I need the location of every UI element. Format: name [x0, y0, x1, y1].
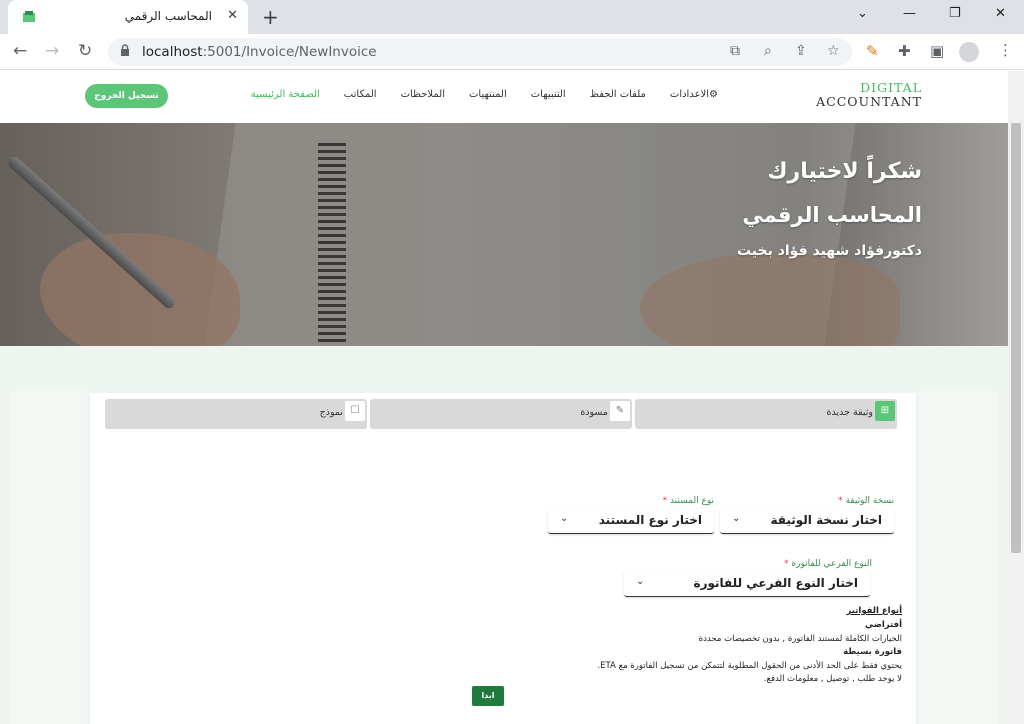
doctype-label: نوع المستند * [662, 496, 714, 506]
page-viewport: DIGITAL ACCOUNTANT الصفحة الرئيسية المكا… [0, 71, 1008, 724]
bookmark-star-icon[interactable]: ☆ [827, 43, 840, 59]
doctype-select[interactable]: اختار نوع المستند ⌄ [548, 508, 714, 534]
site-favicon-icon [23, 11, 35, 22]
version-select[interactable]: اختار نسخة الوثيقة ⌄ [720, 508, 894, 534]
chevron-down-icon: ⌄ [636, 576, 645, 587]
simple-type-title: فاتورة بسيطة [843, 647, 902, 657]
zoom-icon[interactable]: ⌕ [764, 43, 772, 59]
back-icon[interactable]: ← [13, 41, 27, 61]
browser-tab[interactable]: المحاسب الرقمي ✕ [8, 0, 248, 34]
browser-menu-icon[interactable]: ⋮ [998, 41, 1013, 59]
forward-icon[interactable]: → [45, 41, 59, 61]
side-panel-icon[interactable]: ▣ [930, 42, 944, 60]
hero-title: شكراً لاختيارك [767, 159, 922, 184]
nav-expired[interactable]: المنتهيات [469, 89, 507, 100]
tab-new-document[interactable]: ⊞ وثيقة جديدة [635, 399, 897, 429]
chevron-down-icon: ⌄ [560, 513, 569, 524]
new-document-icon: ⊞ [875, 401, 895, 421]
scrollbar-thumb[interactable] [1011, 123, 1021, 553]
invoice-form-card: ⊞ وثيقة جديدة ✎ مسودة ☐ نموذج نسخة الوثي… [90, 393, 916, 724]
simple-type-desc: يحتوي فقط على الحد الأدنى من الحقول المط… [597, 661, 902, 671]
close-window-icon[interactable]: ✕ [995, 6, 1006, 21]
simple-type-note: لا يوجد طلب , توصيل , معلومات الدفع. [763, 674, 902, 684]
site-navbar: DIGITAL ACCOUNTANT الصفحة الرئيسية المكا… [0, 71, 1008, 123]
version-label: نسخة الوثيقة * [838, 496, 894, 506]
main-nav: الصفحة الرئيسية المكاتب الملاحظات المنته… [251, 89, 718, 100]
draft-icon: ✎ [610, 401, 630, 421]
template-icon: ☐ [345, 401, 365, 421]
chevron-down-icon: ⌄ [732, 513, 741, 524]
address-bar[interactable]: localhost:5001/Invoice/NewInvoice ⧉ ⌕ ⇪ … [108, 38, 852, 66]
nav-settings-dropdown[interactable]: ⚙الاعدادات [670, 89, 718, 100]
restore-icon[interactable]: ❐ [949, 6, 961, 21]
hero-banner: شكراً لاختيارك المحاسب الرقمي دكتورفؤاد … [0, 123, 1008, 346]
default-type-desc: الخيارات الكاملة لمستند الفاتورة , بدون … [698, 634, 902, 644]
tab-search-chevron-icon[interactable]: ⌄ [857, 6, 868, 21]
nav-saved-files[interactable]: ملفات الحفظ [590, 89, 646, 100]
translate-icon[interactable]: ⧉ [730, 43, 740, 59]
subtype-select[interactable]: اختار النوع الفرعي للفاتورة ⌄ [624, 571, 870, 597]
logout-button[interactable]: تسجيل الخروج [85, 84, 168, 108]
start-button[interactable]: ابدا [472, 686, 504, 706]
nav-home[interactable]: الصفحة الرئيسية [251, 89, 320, 100]
page-scrollbar[interactable] [1008, 71, 1024, 724]
hero-subtitle: المحاسب الرقمي [742, 203, 922, 227]
invoice-types-heading: أنواع الفواتير [846, 606, 902, 616]
reload-icon[interactable]: ↻ [78, 41, 92, 61]
minimize-icon[interactable]: — [903, 6, 916, 21]
tab-close-icon[interactable]: ✕ [227, 8, 238, 23]
hero-author: دكتورفؤاد شهيد فؤاد بخيت [736, 243, 922, 259]
site-logo[interactable]: DIGITAL ACCOUNTANT [816, 81, 922, 109]
lock-icon [121, 44, 129, 56]
nav-alerts[interactable]: التنبيهات [531, 89, 566, 100]
tab-template[interactable]: ☐ نموذج [105, 399, 367, 429]
extensions-puzzle-icon[interactable]: ✚ [898, 42, 911, 60]
nav-offices[interactable]: المكاتب [344, 89, 377, 100]
tab-draft[interactable]: ✎ مسودة [370, 399, 632, 429]
subtype-label: النوع الفرعي للفاتورة * [784, 559, 872, 569]
browser-toolbar: ← → ↻ localhost:5001/Invoice/NewInvoice … [0, 34, 1024, 70]
profile-avatar-icon[interactable] [959, 42, 979, 62]
browser-tabstrip: المحاسب الرقمي ✕ + ⌄ — ❐ ✕ [0, 0, 1024, 34]
nav-notes[interactable]: الملاحظات [401, 89, 445, 100]
tab-title: المحاسب الرقمي [124, 9, 212, 23]
url-text: localhost:5001/Invoice/NewInvoice [142, 44, 377, 60]
share-icon[interactable]: ⇪ [795, 43, 807, 59]
color-picker-extension-icon[interactable]: ✎ [866, 42, 879, 60]
default-type-title: أفتراضي [865, 620, 902, 630]
new-tab-icon[interactable]: + [262, 5, 279, 29]
